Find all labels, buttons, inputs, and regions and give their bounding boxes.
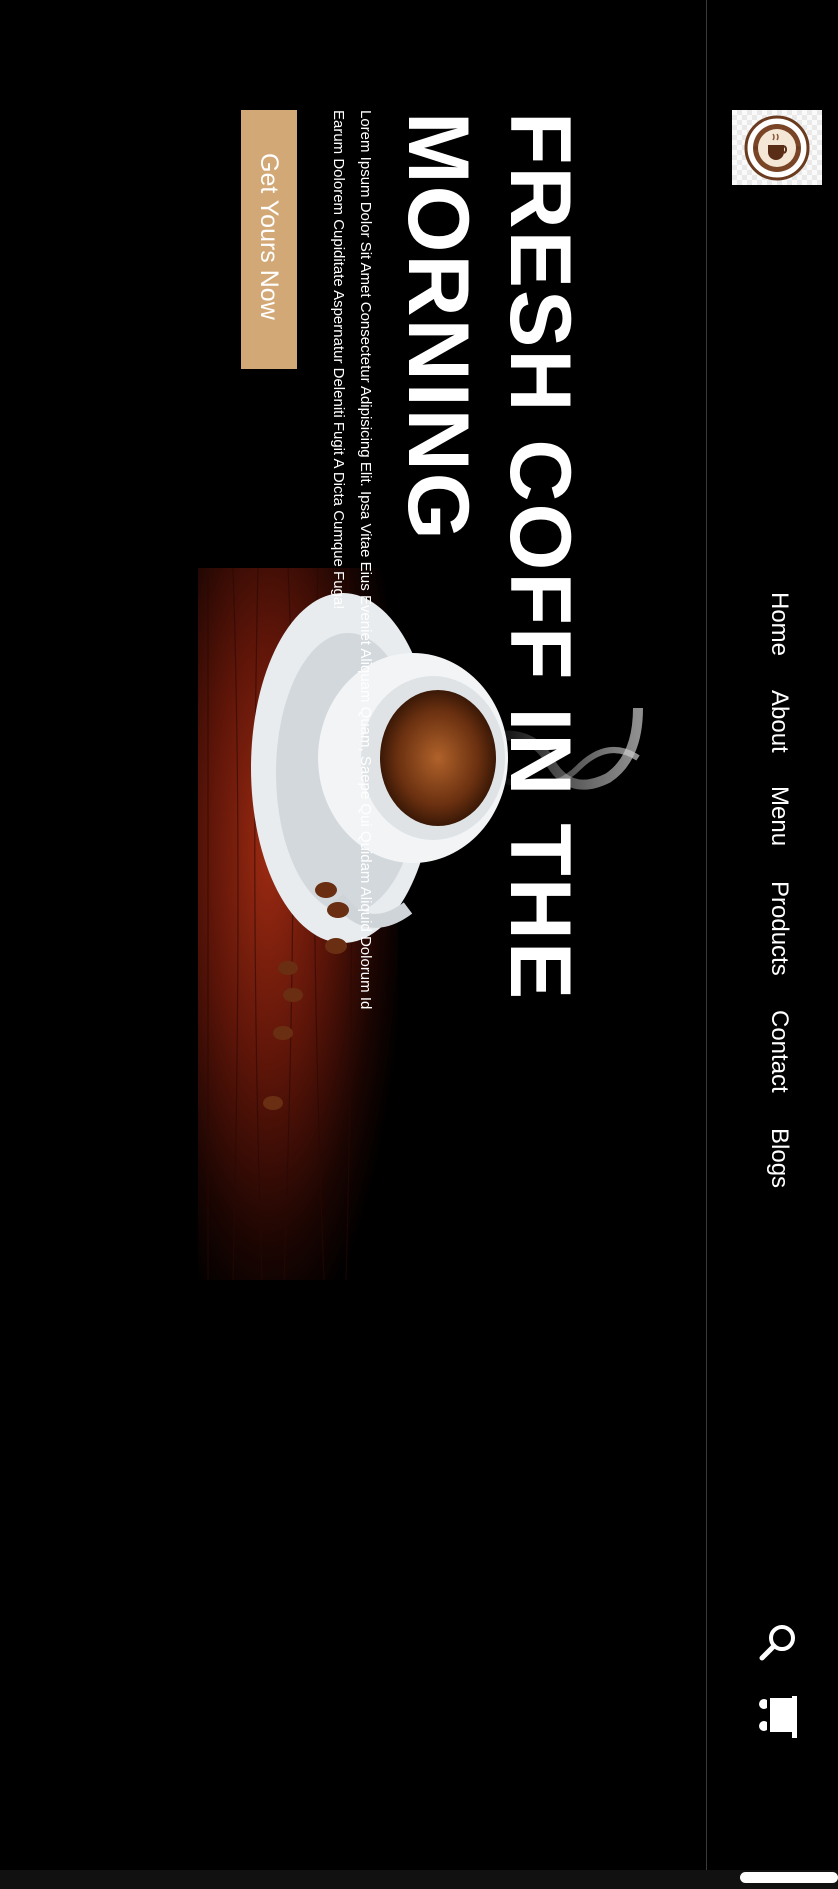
scrollbar-thumb[interactable] — [740, 1872, 838, 1883]
nav-menu[interactable]: Menu — [765, 786, 793, 846]
hero-description-line1: Lorem Ipsum Dolor Sit Amet Consectetur A… — [357, 110, 374, 1010]
search-button[interactable] — [756, 1620, 800, 1664]
hero-title-line1: FRESH COFF IN THE — [492, 112, 588, 1002]
nav-about[interactable]: About — [765, 690, 793, 753]
coffee-cup-logo-icon — [744, 115, 810, 180]
header-divider — [706, 0, 707, 1870]
nav-home[interactable]: Home — [765, 592, 793, 656]
hero-title-line2: MORNING — [390, 112, 486, 542]
nav-products[interactable]: Products — [765, 881, 793, 976]
hero-description-line2: Earum Dolorem Cupiditate Aspernatur Dele… — [330, 110, 347, 610]
cta-label: Get Yours Now — [255, 153, 283, 320]
nav-blogs[interactable]: Blogs — [765, 1128, 793, 1188]
search-icon — [759, 1625, 795, 1661]
nav-contact[interactable]: Contact — [765, 1010, 793, 1093]
horizontal-scrollbar[interactable] — [0, 1870, 838, 1889]
cart-button[interactable] — [756, 1692, 800, 1742]
get-yours-now-button[interactable]: Get Yours Now — [241, 110, 297, 369]
cart-icon — [759, 1696, 797, 1738]
logo[interactable] — [732, 110, 822, 185]
